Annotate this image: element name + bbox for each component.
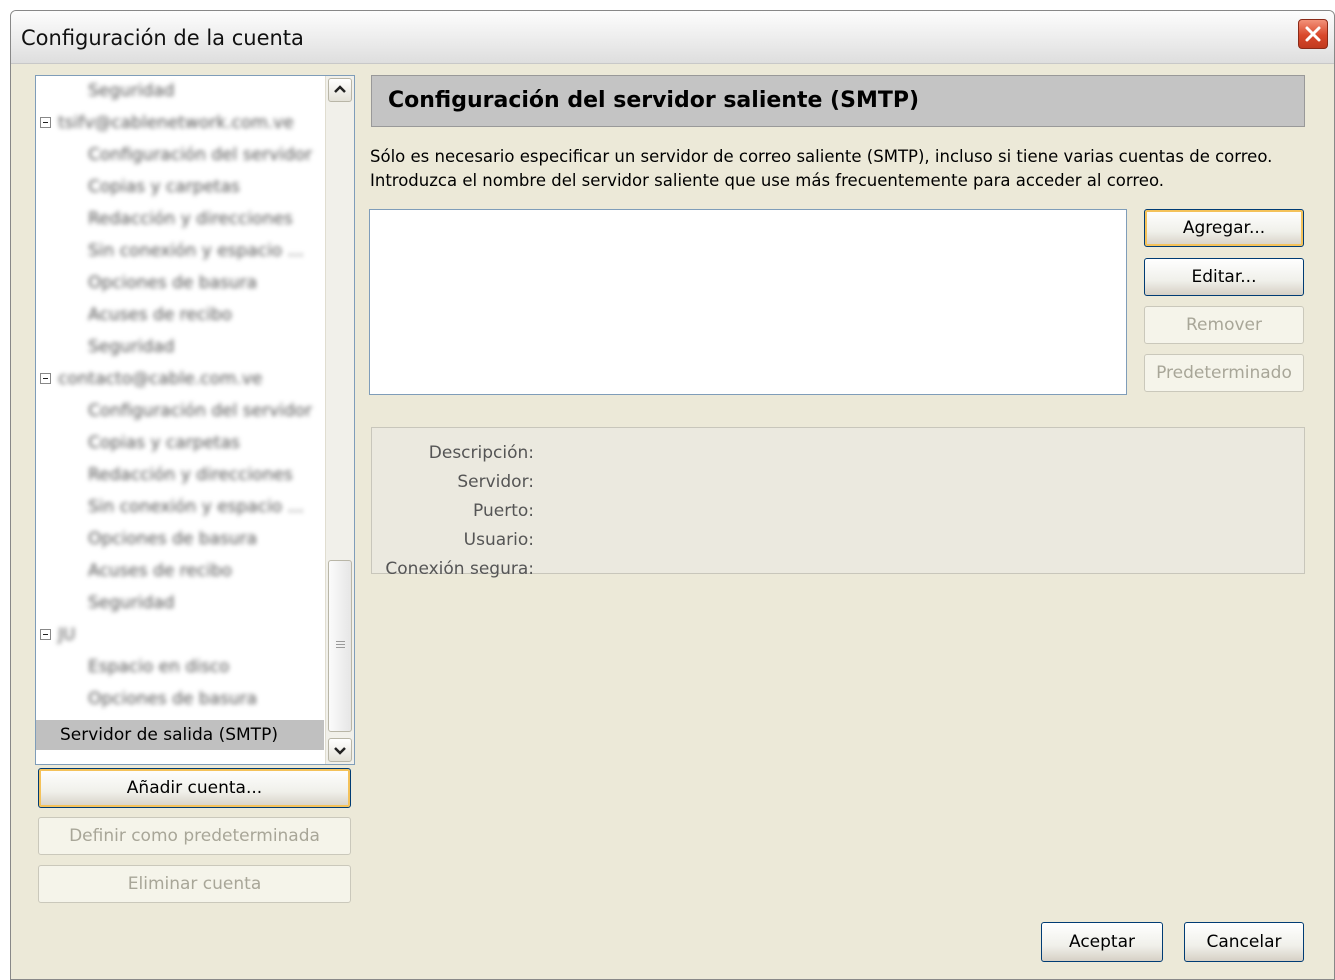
tree-item[interactable]: Configuración del servidor: [36, 140, 324, 170]
port-label: Puerto:: [473, 501, 534, 521]
tree-item[interactable]: Copias y carpetas: [36, 428, 324, 458]
tree-item[interactable]: Redacción y direcciones: [36, 460, 324, 490]
tree-item[interactable]: Acuses de recibo: [36, 300, 324, 330]
tree-item-label: Opciones de basura: [88, 273, 258, 293]
user-label: Usuario:: [463, 530, 534, 550]
tree-item-label: Servidor de salida (SMTP): [60, 725, 278, 745]
tree-item-label: Configuración del servidor: [88, 401, 313, 421]
add-server-button[interactable]: Agregar...: [1144, 209, 1304, 247]
grip-line: [336, 644, 345, 645]
tree-item-label: tsifv@cablenetwork.com.ve: [58, 113, 294, 133]
tree-item-label: Seguridad: [88, 593, 175, 613]
tree-item-label: Copias y carpetas: [88, 433, 240, 453]
close-icon: [1305, 26, 1321, 42]
edit-server-button[interactable]: Editar...: [1144, 258, 1304, 296]
remove-account-button[interactable]: Eliminar cuenta: [38, 865, 351, 903]
tree-item[interactable]: JU: [36, 620, 324, 650]
collapse-toggle-icon[interactable]: [40, 629, 51, 640]
title-bar: Configuración de la cuenta: [11, 11, 1334, 64]
smtp-server-list[interactable]: [369, 209, 1127, 395]
server-label: Servidor:: [457, 472, 534, 492]
tree-item[interactable]: Opciones de basura: [36, 684, 324, 714]
tree-item-label: Configuración del servidor: [88, 145, 313, 165]
tree-item[interactable]: Espacio en disco: [36, 652, 324, 682]
window-title: Configuración de la cuenta: [21, 26, 304, 50]
collapse-toggle-icon[interactable]: [40, 117, 51, 128]
tree-item[interactable]: Opciones de basura: [36, 268, 324, 298]
tree-item[interactable]: Copias y carpetas: [36, 172, 324, 202]
scroll-thumb[interactable]: [328, 560, 352, 732]
tree-item-label: contacto@cable.com.ve: [58, 369, 263, 389]
tree-item-label: Seguridad: [88, 81, 175, 101]
tree-item[interactable]: Sin conexión y espacio ...: [36, 236, 324, 266]
chevron-up-icon: [334, 85, 346, 93]
tree-item-label: Opciones de basura: [88, 529, 258, 549]
grip-line: [336, 647, 345, 648]
tree-item-label: Sin conexión y espacio ...: [88, 497, 304, 517]
tree-item[interactable]: Acuses de recibo: [36, 556, 324, 586]
description: Sólo es necesario especificar un servido…: [370, 145, 1320, 193]
cancel-button[interactable]: Cancelar: [1184, 922, 1304, 962]
tree-item[interactable]: Opciones de basura: [36, 524, 324, 554]
grip-line: [336, 641, 345, 642]
tree-item-label: Opciones de basura: [88, 689, 258, 709]
tree-item[interactable]: tsifv@cablenetwork.com.ve: [36, 108, 324, 138]
set-default-server-button[interactable]: Predeterminado: [1144, 354, 1304, 392]
tree-item[interactable]: Redacción y direcciones: [36, 204, 324, 234]
close-button[interactable]: [1298, 19, 1328, 49]
add-account-button[interactable]: Añadir cuenta...: [38, 768, 351, 808]
tree-item-label: JU: [58, 625, 76, 645]
tree-item-smtp-server[interactable]: Servidor de salida (SMTP): [36, 720, 324, 750]
tree-item[interactable]: Sin conexión y espacio ...: [36, 492, 324, 522]
tree-item-label: Sin conexión y espacio ...: [88, 241, 304, 261]
tree-item[interactable]: Configuración del servidor: [36, 396, 324, 426]
secure-connection-label: Conexión segura:: [385, 559, 534, 579]
account-tree[interactable]: Seguridad tsifv@cablenetwork.com.ve Config…: [35, 75, 355, 765]
tree-item-label: Acuses de recibo: [88, 305, 233, 325]
page-title: Configuración del servidor saliente (SMT…: [388, 88, 920, 113]
tree-item-label: Acuses de recibo: [88, 561, 233, 581]
description-label: Descripción:: [428, 443, 534, 463]
remove-server-button[interactable]: Remover: [1144, 306, 1304, 344]
account-settings-window: Configuración de la cuenta Seguridad tsif…: [10, 10, 1335, 980]
section-header: Configuración del servidor saliente (SMT…: [371, 75, 1305, 127]
set-default-account-button[interactable]: Definir como predeterminada: [38, 817, 351, 855]
tree-item-label: Copias y carpetas: [88, 177, 240, 197]
tree-item[interactable]: Seguridad: [36, 588, 324, 618]
tree-item-label: Espacio en disco: [88, 657, 230, 677]
tree-item[interactable]: contacto@cable.com.ve: [36, 364, 324, 394]
scroll-down-button[interactable]: [328, 738, 352, 762]
tree-item-label: Seguridad: [88, 337, 175, 357]
description-line: Introduzca el nombre del servidor salien…: [370, 171, 1165, 190]
tree-item-label: Redacción y direcciones: [88, 209, 293, 229]
ok-button[interactable]: Aceptar: [1041, 922, 1163, 962]
server-details: Descripción: Servidor: Puerto: Usuario: …: [371, 427, 1305, 579]
tree-item[interactable]: Seguridad: [36, 332, 324, 362]
tree-item-label: Redacción y direcciones: [88, 465, 293, 485]
scroll-up-button[interactable]: [328, 78, 352, 102]
tree-scrollbar[interactable]: [325, 76, 354, 764]
collapse-toggle-icon[interactable]: [40, 373, 51, 384]
tree-item[interactable]: Seguridad: [36, 76, 324, 106]
description-line: Sólo es necesario especificar un servido…: [370, 147, 1273, 166]
chevron-down-icon: [334, 747, 346, 755]
